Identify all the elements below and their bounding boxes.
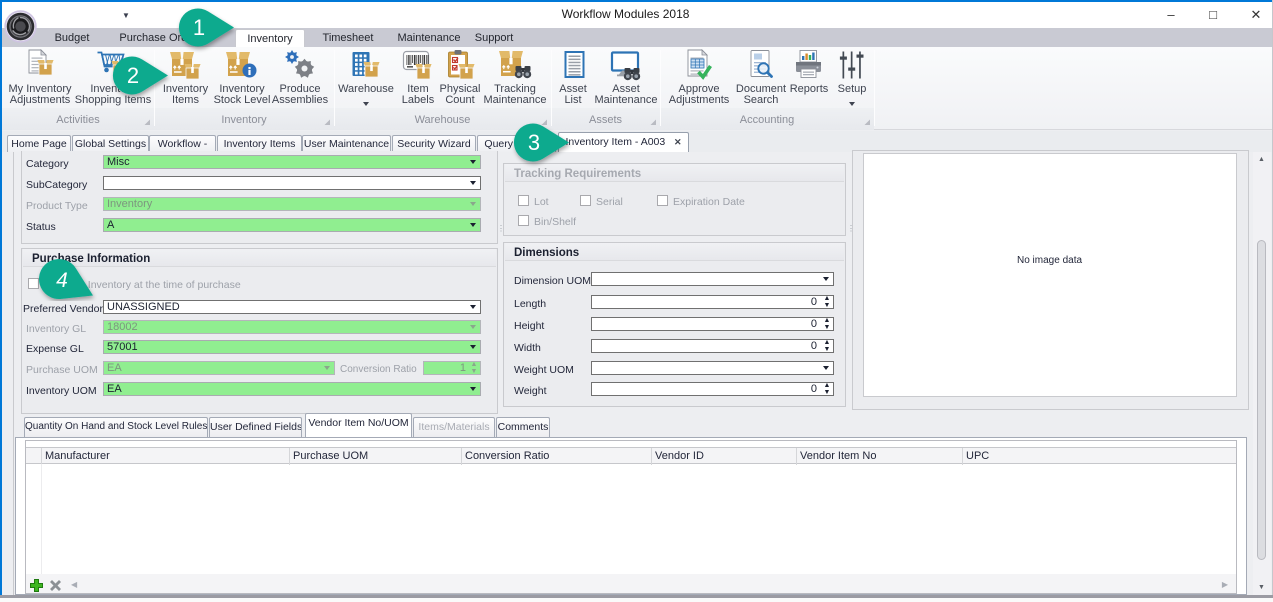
svg-text:4: 4 [56, 269, 68, 292]
svg-text:2: 2 [127, 63, 139, 88]
svg-text:3: 3 [528, 130, 540, 155]
svg-text:1: 1 [193, 15, 205, 40]
